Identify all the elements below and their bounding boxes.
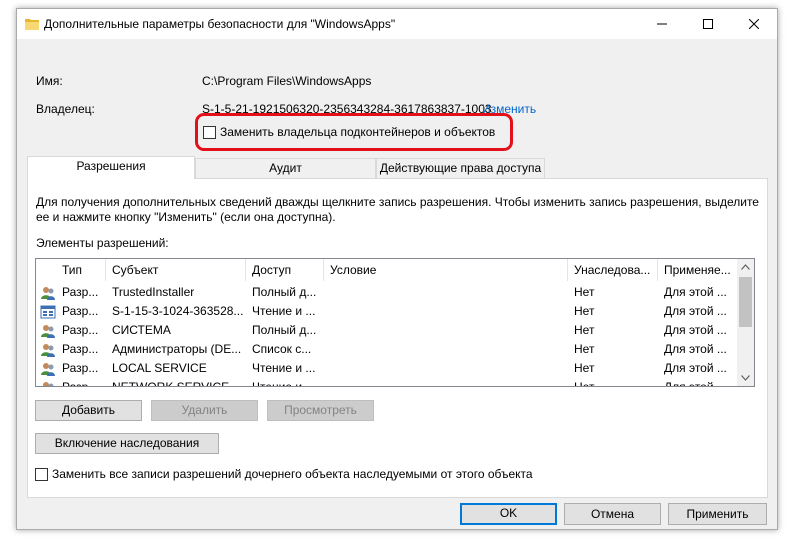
list-header: Тип Субъект Доступ Условие Унаследова...… [36,259,738,281]
cell-access: Чтение и ... [252,304,316,318]
cell-condition [330,321,568,340]
title-bar[interactable]: Дополнительные параметры безопасности дл… [17,9,777,39]
list-vertical-scrollbar[interactable] [737,259,754,386]
maximize-button[interactable] [685,9,731,39]
column-header-inherited[interactable]: Унаследова... [568,259,658,281]
column-header-principal[interactable]: Субъект [106,259,246,281]
owner-label: Владелец: [36,102,95,116]
cell-principal: NETWORK SERVICE [112,380,230,387]
minimize-button[interactable] [639,9,685,39]
ok-button[interactable]: OK [460,503,557,525]
cell-applies-to: Для этой ... [664,304,727,318]
table-row[interactable]: Разр... TrustedInstaller Полный д... Нет… [36,283,738,302]
replace-child-permissions-checkbox[interactable] [35,468,48,481]
cell-applies-to: Для этой ... [664,285,727,299]
minimize-icon [657,23,667,25]
table-row[interactable]: Разр... S-1-15-3-1024-363528... Чтение и… [36,302,738,321]
window-title: Дополнительные параметры безопасности дл… [44,17,396,31]
remove-button[interactable]: Удалить [151,400,258,421]
table-row[interactable]: Разр... LOCAL SERVICE Чтение и ... Нет Д… [36,359,738,378]
cancel-button[interactable]: Отмена [564,503,661,525]
cell-applies-to: Для этой ... [664,342,727,356]
cell-principal: СИСТЕМА [112,323,171,337]
table-row[interactable]: Разр... NETWORK SERVICE Чтение и ... Нет… [36,378,738,387]
cell-access: Полный д... [252,285,317,299]
cell-access: Чтение и ... [252,361,316,375]
column-header-condition[interactable]: Условие [324,259,568,281]
dialog-window: Дополнительные параметры безопасности дл… [16,8,778,530]
cell-applies-to: Для этой ... [664,361,727,375]
users-icon [41,287,55,300]
add-button[interactable]: Добавить [35,400,142,421]
cell-access: Список с... [252,342,312,356]
folder-icon [25,19,39,30]
cell-type: Разр... [62,342,99,356]
permissions-description-line1: Для получения дополнительных сведений дв… [36,195,759,209]
cell-inherited: Нет [574,380,595,387]
scroll-up-icon[interactable] [741,264,750,270]
app-package-icon [40,305,56,319]
cell-access: Полный д... [252,323,317,337]
scrollbar-thumb[interactable] [739,277,752,327]
cell-condition [330,283,568,302]
replace-child-permissions-label[interactable]: Заменить все записи разрешений дочернего… [52,467,533,481]
users-icon [41,344,55,357]
cell-condition [330,378,568,386]
users-icon [41,363,55,376]
cell-inherited: Нет [574,285,595,299]
tab-audit[interactable]: Аудит [195,158,376,178]
name-label: Имя: [36,74,63,88]
cell-condition [330,340,568,359]
cell-type: Разр... [62,361,99,375]
cell-access: Чтение и ... [252,380,316,387]
cell-applies-to: Для этой ... [664,380,727,387]
close-icon [749,19,759,29]
cell-type: Разр... [62,323,99,337]
users-icon [41,325,55,338]
table-row[interactable]: Разр... СИСТЕМА Полный д... Нет Для этой… [36,321,738,340]
view-button[interactable]: Просмотреть [267,400,374,421]
maximize-icon [703,19,713,29]
cell-inherited: Нет [574,342,595,356]
cell-inherited: Нет [574,323,595,337]
scroll-down-icon[interactable] [741,375,750,381]
column-header-access[interactable]: Доступ [246,259,324,281]
cell-principal: S-1-15-3-1024-363528... [112,304,244,318]
cell-principal: TrustedInstaller [112,285,195,299]
column-header-applies-to[interactable]: Применяе... [658,259,738,281]
cell-type: Разр... [62,304,99,318]
cell-type: Разр... [62,285,99,299]
enable-inheritance-button[interactable]: Включение наследования [35,433,219,454]
permission-entries-label: Элементы разрешений: [36,236,169,250]
cell-applies-to: Для этой ... [664,323,727,337]
replace-owner-label[interactable]: Заменить владельца подконтейнеров и объе… [220,125,495,139]
cell-condition [330,359,568,378]
permissions-description-line2: ее и нажмите кнопку "Изменить" (если она… [36,210,336,224]
permission-entries-list[interactable]: Тип Субъект Доступ Условие Унаследова...… [35,258,755,387]
tab-effective-access[interactable]: Действующие права доступа [376,158,545,178]
name-value: C:\Program Files\WindowsApps [202,74,372,88]
cell-condition [330,302,568,321]
cell-type: Разр... [62,380,99,387]
column-header-type[interactable]: Тип [56,259,106,281]
table-row[interactable]: Разр... Администраторы (DE... Список с..… [36,340,738,359]
users-icon [43,382,54,386]
cell-inherited: Нет [574,361,595,375]
apply-button[interactable]: Применить [668,503,767,525]
replace-owner-checkbox[interactable] [203,126,216,139]
cell-principal: LOCAL SERVICE [112,361,207,375]
cell-principal: Администраторы (DE... [112,342,242,356]
close-button[interactable] [731,9,777,39]
tab-permissions[interactable]: Разрешения [27,156,195,179]
cell-inherited: Нет [574,304,595,318]
